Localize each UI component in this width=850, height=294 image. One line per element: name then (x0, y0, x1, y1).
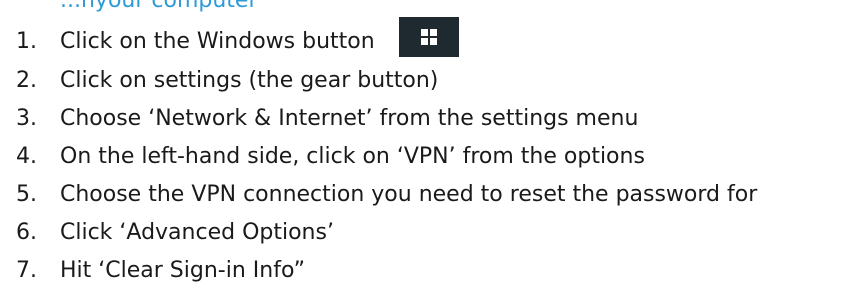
step-text: Click ‘Advanced Options’ (60, 219, 334, 245)
list-item: 3. Choose ‘Network & Internet’ from the … (0, 99, 638, 137)
step-number: 6. (16, 219, 37, 245)
step-number: 7. (16, 257, 37, 283)
list-item: 5. Choose the VPN connection you need to… (0, 175, 757, 213)
step-number: 5. (16, 181, 37, 207)
step-text: On the left-hand side, click on ‘VPN’ fr… (60, 143, 645, 169)
step-text: Choose ‘Network & Internet’ from the set… (60, 105, 639, 131)
step-number: 3. (16, 105, 37, 131)
step-number: 4. (16, 143, 37, 169)
windows-button[interactable] (398, 17, 459, 57)
step-text: Choose the VPN connection you need to re… (60, 181, 758, 207)
step-text: Click on settings (the gear button) (60, 67, 439, 93)
step-text: Hit ‘Clear Sign-in Info” (60, 257, 306, 283)
windows-logo-icon (420, 29, 437, 45)
list-item: 6. Click ‘Advanced Options’ (0, 213, 334, 251)
list-item: 2. Click on settings (the gear button) (0, 61, 438, 99)
step-text: Click on the Windows button (60, 28, 375, 54)
step-number: 2. (16, 67, 37, 93)
section-heading: ...nyour computer (60, 0, 258, 13)
list-item: 1. Click on the Windows button (0, 17, 459, 60)
list-item: 4. On the left-hand side, click on ‘VPN’… (0, 137, 645, 175)
list-item: 7. Hit ‘Clear Sign-in Info” (0, 251, 305, 289)
step-number: 1. (16, 28, 37, 54)
